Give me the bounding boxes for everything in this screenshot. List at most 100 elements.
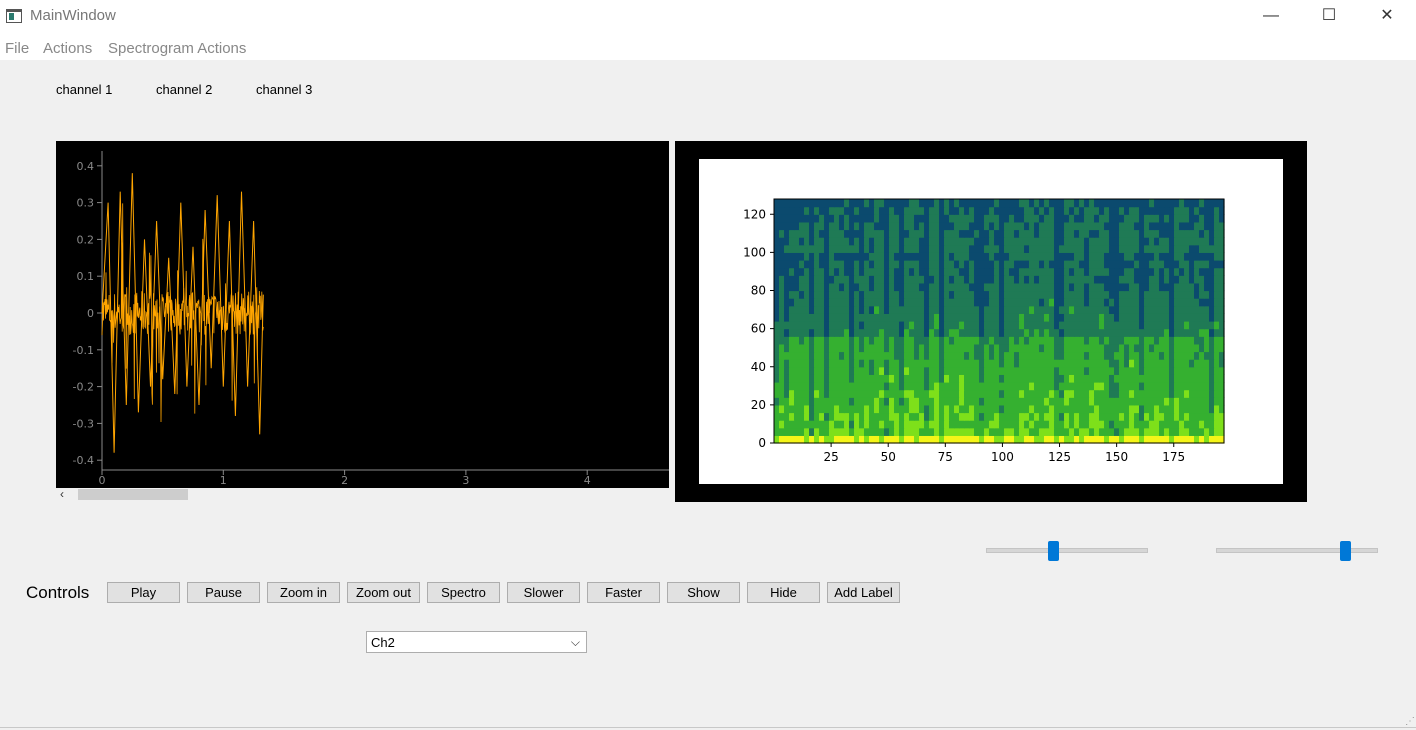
spectrogram-cell (1039, 221, 1045, 231)
spectrogram-cell (944, 199, 950, 208)
spectrogram-cell (999, 229, 1005, 238)
spectrogram-cell (984, 282, 990, 292)
spectrogram-cell (834, 374, 840, 383)
spectrogram-cell (774, 397, 780, 406)
spectrogram-cell (859, 260, 865, 269)
spectrogram-cell (1194, 244, 1200, 253)
spectrogram-cell (799, 328, 805, 337)
scroll-left-arrow-icon[interactable]: ‹ (60, 488, 64, 500)
spectrogram-cell (854, 351, 860, 360)
spectrogram-cell (784, 389, 790, 398)
spectrogram-cell (859, 420, 865, 429)
spectrogram-cell (949, 351, 955, 360)
spectrogram-cell (1164, 252, 1170, 261)
spectrogram-cell (889, 397, 895, 406)
channel-3-label[interactable]: channel 3 (256, 82, 312, 97)
size-grip-icon[interactable]: ⋰ (1405, 716, 1415, 727)
spectrogram-cell (1004, 237, 1010, 246)
spectrogram-cell (1089, 366, 1095, 375)
signal-horizontal-scrollbar[interactable]: ‹ (56, 488, 669, 501)
spectrogram-cell (939, 374, 945, 383)
zoom-out-button[interactable]: Zoom out (347, 582, 420, 603)
add-label-button[interactable]: Add Label (827, 582, 900, 603)
pause-button[interactable]: Pause (187, 582, 260, 603)
signal-plot[interactable]: 0.4 0.3 0.2 0.1 0 -0.1 -0.2 -0.3 -0.4 0 1 2 3 4 (56, 141, 669, 488)
spectrogram-cell (799, 290, 805, 299)
spectrogram-cell (1124, 397, 1130, 406)
spectrogram-cell (1134, 366, 1140, 375)
spectrogram-cell (1079, 336, 1085, 345)
spectrogram-cell (889, 382, 895, 391)
channel-1-label[interactable]: channel 1 (56, 82, 112, 97)
spectrogram-cell (1044, 199, 1050, 208)
spectrogram-cell (1034, 237, 1040, 246)
spectrogram-cell (829, 275, 835, 284)
spectrogram-cell (1114, 366, 1120, 375)
spectro-x-tick-label: 125 (1048, 450, 1071, 464)
spectrogram-cell (929, 404, 935, 414)
spectrogram-cell (1139, 298, 1145, 307)
spectro-slider-track[interactable] (1216, 548, 1378, 553)
spectrogram-cell (1034, 282, 1040, 292)
channel-select[interactable]: Ch2 ⌵ (366, 631, 587, 653)
slower-button[interactable]: Slower (507, 582, 580, 603)
spectro-button[interactable]: Spectro (427, 582, 500, 603)
spectrogram-cell (1194, 229, 1200, 238)
menu-actions[interactable]: Actions (43, 40, 92, 57)
spectrogram-cell (1064, 275, 1070, 284)
spectrogram-cell (864, 244, 870, 253)
faster-button[interactable]: Faster (587, 582, 660, 603)
spectrogram-cell (1194, 412, 1200, 421)
spectrogram-cell (999, 328, 1005, 337)
spectrogram-cell (839, 397, 845, 406)
spectrogram-cell (1129, 420, 1135, 429)
spectrogram-cell (1159, 351, 1165, 360)
spectrogram-cell (819, 321, 825, 330)
minimize-button[interactable]: — (1248, 0, 1294, 33)
spectrogram-cell (969, 290, 975, 299)
spectrogram-cell (869, 313, 875, 322)
spectrogram-cell (1034, 389, 1040, 398)
close-button[interactable]: ✕ (1364, 0, 1410, 33)
menu-file[interactable]: File (5, 40, 29, 57)
spectrogram-cell (1134, 298, 1140, 307)
spectrogram-cell (1144, 244, 1150, 253)
spectrogram-cell (1139, 427, 1145, 436)
spectrogram-cell (1154, 389, 1160, 398)
spectrogram-cell (854, 427, 860, 436)
hide-button[interactable]: Hide (747, 582, 820, 603)
spectrogram-cell (844, 397, 850, 406)
spectrogram-canvas: 0 20 40 60 80 100 120 25 50 75 100 125 150 175 (699, 159, 1283, 484)
menu-spectrogram-actions[interactable]: Spectrogram Actions (108, 40, 246, 57)
spectrogram-cell (1069, 412, 1075, 421)
speed-slider-thumb[interactable] (1047, 541, 1059, 561)
spectrogram-cell (874, 305, 880, 314)
maximize-button[interactable]: ☐ (1306, 0, 1352, 33)
spectrogram-cell (989, 427, 995, 436)
zoom-in-button[interactable]: Zoom in (267, 582, 340, 603)
play-button[interactable]: Play (107, 582, 180, 603)
spectrogram-cell (1039, 351, 1045, 360)
scroll-thumb[interactable] (78, 489, 188, 500)
spectrogram-cell (949, 313, 955, 322)
spectrogram-cell (1184, 290, 1190, 299)
spectrogram-cell (814, 321, 820, 330)
spectrogram-cell (779, 221, 785, 231)
spectrogram-cell (1084, 328, 1090, 337)
spectro-slider-thumb[interactable] (1340, 541, 1352, 561)
spectrogram-cell (884, 298, 890, 307)
spectrogram-cell (1109, 336, 1115, 345)
spectrogram-cell (964, 435, 970, 444)
spectrogram-cell (1159, 221, 1165, 231)
spectrogram-cell (1109, 267, 1115, 276)
chevron-down-icon[interactable]: ⌵ (571, 635, 580, 650)
speed-slider-track[interactable] (986, 548, 1148, 553)
channel-2-label[interactable]: channel 2 (156, 82, 212, 97)
show-button[interactable]: Show (667, 582, 740, 603)
spectrogram-cell (1154, 244, 1160, 253)
spectrogram-cell (1174, 305, 1180, 314)
spectrogram-cell (1124, 382, 1130, 391)
spectrogram-cell (1169, 374, 1175, 383)
spectrogram-cell (1069, 427, 1075, 436)
spectrogram-cell (1004, 389, 1010, 398)
